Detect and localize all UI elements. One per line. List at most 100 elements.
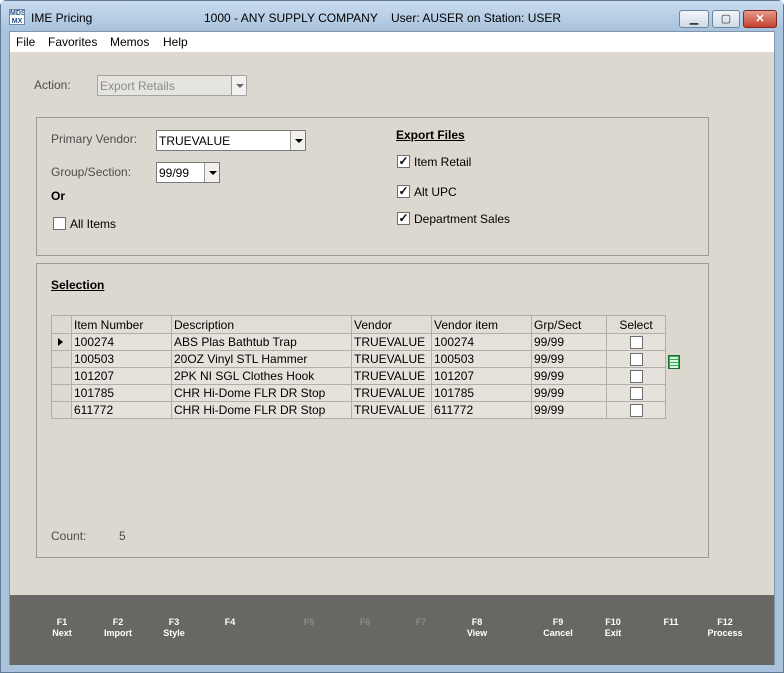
cell-vendor[interactable]: TRUEVALUE <box>351 401 432 419</box>
all-items-checkbox[interactable] <box>53 217 66 230</box>
group-section-label: Group/Section: <box>51 165 132 179</box>
col-vendor-item[interactable]: Vendor item <box>431 315 532 334</box>
select-checkbox[interactable] <box>629 336 643 350</box>
cell-description[interactable]: ABS Plas Bathtub Trap <box>171 333 352 351</box>
fkey-key: F4 <box>224 617 236 627</box>
group-section-dropdown[interactable]: 99/99 <box>156 162 220 183</box>
cell-description[interactable]: CHR Hi-Dome FLR DR Stop <box>171 384 352 402</box>
primary-vendor-label: Primary Vendor: <box>51 132 138 146</box>
row-indicator <box>51 367 72 385</box>
maximize-button[interactable]: ▢ <box>712 10 740 28</box>
department-sales-label: Department Sales <box>414 212 511 226</box>
cell-select[interactable] <box>606 384 666 402</box>
cell-item-number[interactable]: 611772 <box>71 401 172 419</box>
cell-description[interactable]: CHR Hi-Dome FLR DR Stop <box>171 401 352 419</box>
cell-grp-sect[interactable]: 99/99 <box>531 401 607 419</box>
cell-select[interactable] <box>606 401 666 419</box>
client-area: File Favorites Memos Help Action: Export… <box>9 31 775 665</box>
cell-item-number[interactable]: 100503 <box>71 350 172 368</box>
chevron-down-icon <box>204 163 219 182</box>
f12-process-button[interactable]: F12 Process <box>695 617 755 639</box>
cell-grp-sect[interactable]: 99/99 <box>531 350 607 368</box>
selection-grid: Item Number Description Vendor Vendor it… <box>51 315 666 419</box>
cell-description[interactable]: 20OZ Vinyl STL Hammer <box>171 350 352 368</box>
f6-button: F6 <box>335 617 395 628</box>
menu-file[interactable]: File <box>16 35 35 49</box>
cell-grp-sect[interactable]: 99/99 <box>531 333 607 351</box>
cell-vendor-item[interactable]: 100503 <box>431 350 532 368</box>
cell-item-number[interactable]: 101207 <box>71 367 172 385</box>
menu-help[interactable]: Help <box>163 35 188 49</box>
f10-exit-button[interactable]: F10 Exit <box>583 617 643 639</box>
cell-vendor-item[interactable]: 611772 <box>431 401 532 419</box>
cell-select[interactable] <box>606 333 666 351</box>
col-description[interactable]: Description <box>171 315 352 334</box>
table-row[interactable]: 101207 2PK NI SGL Clothes Hook TRUEVALUE… <box>51 367 666 385</box>
table-row[interactable]: 611772 CHR Hi-Dome FLR DR Stop TRUEVALUE… <box>51 401 666 419</box>
chevron-down-icon <box>231 76 246 95</box>
app-window: MDS MX IME Pricing 1000 - ANY SUPPLY COM… <box>0 0 784 673</box>
fkey-key: F1 <box>56 617 68 627</box>
cell-vendor[interactable]: TRUEVALUE <box>351 367 432 385</box>
col-grp-sect[interactable]: Grp/Sect <box>531 315 607 334</box>
fkey-key: F5 <box>303 617 315 627</box>
primary-vendor-dropdown[interactable]: TRUEVALUE <box>156 130 306 151</box>
select-checkbox[interactable] <box>629 353 643 367</box>
col-item-number[interactable]: Item Number <box>71 315 172 334</box>
fkey-label: Process <box>707 628 743 638</box>
fkey-key: F7 <box>415 617 427 627</box>
column-chooser-icon[interactable] <box>668 355 680 369</box>
cell-vendor-item[interactable]: 100274 <box>431 333 532 351</box>
alt-upc-checkbox[interactable]: ✓ <box>397 185 410 198</box>
select-checkbox[interactable] <box>629 404 643 418</box>
cell-vendor[interactable]: TRUEVALUE <box>351 350 432 368</box>
fkey-key: F12 <box>717 617 733 627</box>
action-value: Export Retails <box>100 79 175 93</box>
cell-item-number[interactable]: 101785 <box>71 384 172 402</box>
action-dropdown[interactable]: Export Retails <box>97 75 247 96</box>
col-select[interactable]: Select <box>606 315 666 334</box>
f4-button[interactable]: F4 <box>200 617 260 628</box>
company-name: 1000 - ANY SUPPLY COMPANY <box>204 11 378 25</box>
or-label: Or <box>51 189 66 203</box>
fkey-label: Exit <box>604 628 622 638</box>
row-indicator-header <box>51 315 72 334</box>
fkey-label: Next <box>52 628 72 638</box>
fkey-key: F3 <box>168 617 180 627</box>
fkey-key: F2 <box>112 617 124 627</box>
cell-vendor[interactable]: TRUEVALUE <box>351 384 432 402</box>
close-button[interactable]: ✕ <box>743 10 777 28</box>
f3-style-button[interactable]: F3 Style <box>144 617 204 639</box>
cell-item-number[interactable]: 100274 <box>71 333 172 351</box>
col-vendor[interactable]: Vendor <box>351 315 432 334</box>
f2-import-button[interactable]: F2 Import <box>88 617 148 639</box>
cell-grp-sect[interactable]: 99/99 <box>531 384 607 402</box>
cell-vendor-item[interactable]: 101207 <box>431 367 532 385</box>
fkey-label: Style <box>163 628 185 638</box>
table-row[interactable]: 101785 CHR Hi-Dome FLR DR Stop TRUEVALUE… <box>51 384 666 402</box>
item-retail-checkbox[interactable]: ✓ <box>397 155 410 168</box>
minimize-button[interactable]: ▁ <box>679 10 709 28</box>
cell-vendor[interactable]: TRUEVALUE <box>351 333 432 351</box>
f8-view-button[interactable]: F8 View <box>447 617 507 639</box>
cell-select[interactable] <box>606 350 666 368</box>
department-sales-checkbox[interactable]: ✓ <box>397 212 410 225</box>
cell-select[interactable] <box>606 367 666 385</box>
f11-button[interactable]: F11 <box>641 617 701 628</box>
cell-vendor-item[interactable]: 101785 <box>431 384 532 402</box>
select-checkbox[interactable] <box>629 387 643 401</box>
table-row[interactable]: 100274 ABS Plas Bathtub Trap TRUEVALUE 1… <box>51 333 666 351</box>
table-row[interactable]: 100503 20OZ Vinyl STL Hammer TRUEVALUE 1… <box>51 350 666 368</box>
title-bar: MDS MX IME Pricing 1000 - ANY SUPPLY COM… <box>1 1 783 31</box>
cell-grp-sect[interactable]: 99/99 <box>531 367 607 385</box>
user-station: User: AUSER on Station: USER <box>391 11 562 25</box>
menu-memos[interactable]: Memos <box>110 35 149 49</box>
cell-description[interactable]: 2PK NI SGL Clothes Hook <box>171 367 352 385</box>
fkey-key: F8 <box>471 617 483 627</box>
select-checkbox[interactable] <box>629 370 643 384</box>
f1-next-button[interactable]: F1 Next <box>32 617 92 639</box>
menu-favorites[interactable]: Favorites <box>48 35 97 49</box>
row-indicator <box>51 401 72 419</box>
all-items-label: All Items <box>70 217 117 231</box>
f9-cancel-button[interactable]: F9 Cancel <box>528 617 588 639</box>
